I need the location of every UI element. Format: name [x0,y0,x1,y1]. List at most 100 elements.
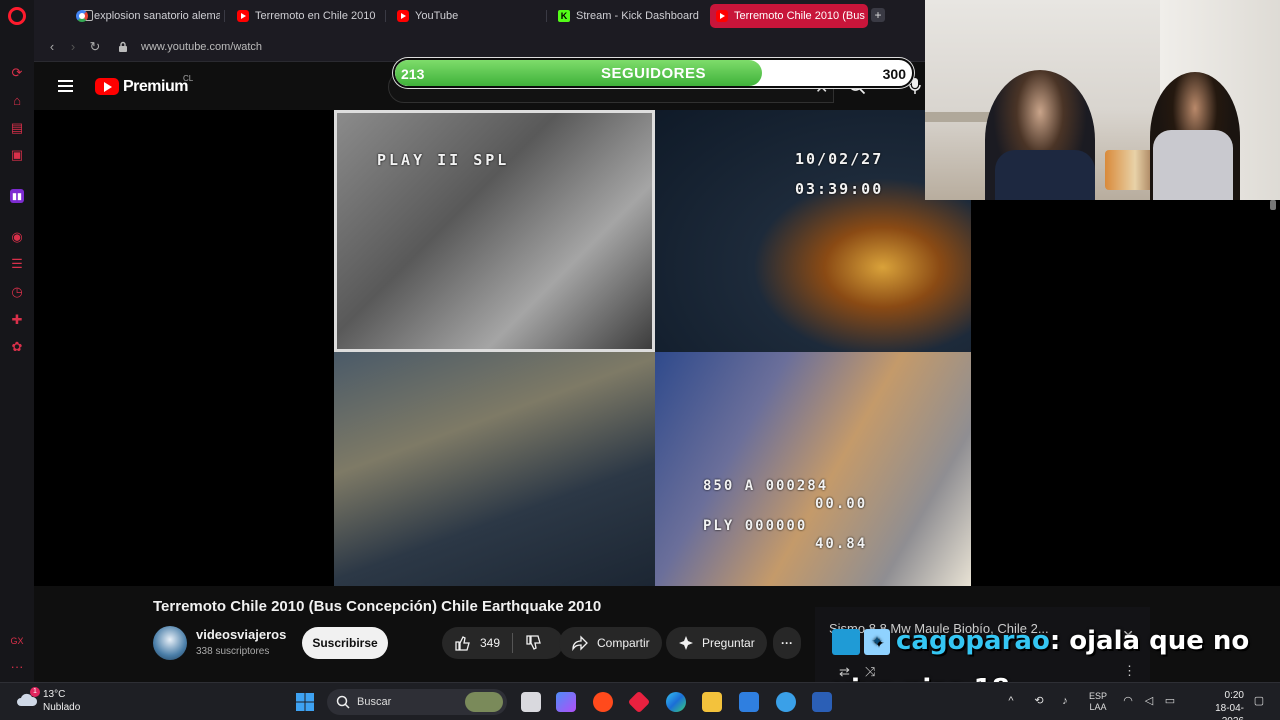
kebab-menu-icon[interactable]: ⋮ [1123,663,1136,679]
new-tab-button[interactable]: + [871,8,885,22]
search-highlight-icon [465,692,503,712]
microphone-tray-icon[interactable]: ♪ [1058,694,1072,708]
sync-icon[interactable]: ⟲ [1032,694,1046,708]
chat-message-text-1: : ojala que no [1049,626,1250,656]
weather-temperature[interactable]: 13°C [43,689,65,700]
notification-badge: 1 [30,687,40,697]
country-code: CL [183,74,194,83]
windows-taskbar: 1 13°C Nublado Buscar ^ ⟲ ♪ ESP LAA ◠ ◁ … [0,682,1280,720]
windows-start-icon[interactable] [295,692,315,712]
url-field[interactable]: www.youtube.com/watch [141,41,262,53]
tab-youtube-terremoto[interactable]: Terremoto en Chile 2010 [231,4,381,28]
store-icon[interactable] [739,692,759,712]
webcam-overlay [925,0,1280,200]
back-button[interactable]: ‹ [44,39,60,55]
youtube-logo-icon[interactable] [95,78,119,95]
goal-target-count: 300 [882,66,906,82]
taskbar-search-input[interactable]: Buscar [327,689,507,715]
forward-button[interactable]: › [65,39,81,55]
subscriber-badge-icon: ✦ [864,628,890,655]
ask-label: Preguntar [702,636,755,650]
outlook-icon[interactable] [812,692,832,712]
speed-dial-icon[interactable]: ⟳ [10,66,24,80]
osd-line-4: 40.84 [815,536,868,552]
screen: ⟳ ⌂ ▤ ▣ ▮▮ ◉ ☰ ◷ ✚ ✿ GX ··· explosion sa… [0,0,1280,720]
osd-time: 03:39:00 [795,180,884,198]
tab-label: Stream - Kick Dashboard [576,10,699,22]
subscribe-button[interactable]: Suscribirse [302,627,388,659]
opera-logo-icon[interactable] [8,7,26,25]
osd-play-label: PLAY II SPL [377,151,510,169]
kick-icon: K [558,10,570,22]
file-explorer-icon[interactable] [702,692,722,712]
task-view-icon[interactable] [521,692,541,712]
tab-label: explosion sanatorio alema [94,10,220,22]
camera-view-driver: PLAY II SPL [334,110,655,352]
thumbs-down-icon[interactable] [525,634,543,652]
language-code: ESP [1088,691,1107,701]
goal-label: SEGUIDORES [600,65,707,82]
shopping-bag-icon[interactable]: ⌂ [10,94,24,108]
tab-youtube-active[interactable]: Terremoto Chile 2010 (Bus [710,4,868,28]
extensions-icon[interactable]: ✚ [10,313,24,327]
volume-icon[interactable]: ◁ [1142,694,1156,708]
more-actions-button[interactable]: ··· [773,627,801,659]
tab-strip: explosion sanatorio alema Terremoto en C… [34,0,925,32]
app-diamond-icon[interactable] [627,690,651,714]
wifi-icon[interactable]: ◠ [1121,694,1135,708]
share-button[interactable]: Compartir [559,627,662,659]
osd-line-2: 00.00 [815,496,868,512]
twitch-icon[interactable]: ▮▮ [10,189,24,203]
share-icon [572,635,588,652]
osd-line-3: PLY 000000 [703,518,808,534]
taskbar-clock[interactable]: 0:20 18-04-2026 [1200,689,1244,720]
more-icon[interactable]: ··· [10,660,24,674]
osd-date: 10/02/27 [795,150,884,168]
news-icon[interactable]: ▤ [10,121,24,135]
subscriber-count: 338 suscriptores [196,646,270,657]
gx-icon[interactable]: GX [10,634,24,648]
camera-view-road: 10/02/27 03:39:00 [655,110,971,352]
like-count[interactable]: 349 [480,636,500,650]
clock-time: 0:20 [1224,690,1244,701]
chat-message: ✦ cagoparao: ojala que no [832,626,1249,656]
tab-youtube-home[interactable]: YouTube [391,4,541,28]
tab-google-search[interactable]: explosion sanatorio alema [70,4,220,28]
tabs-icon[interactable]: ☰ [10,257,24,271]
weather-description[interactable]: Nublado [43,702,80,713]
messenger-icon[interactable]: ▣ [10,148,24,162]
like-dislike-group: 349 [442,627,564,659]
sparkle-icon [679,636,693,650]
opera-gx-icon[interactable] [593,692,613,712]
camera-view-passengers: 850 A 000284 00.00 PLY 000000 40.84 [655,352,971,586]
reload-button[interactable]: ↻ [87,39,103,55]
copilot-icon[interactable] [556,692,576,712]
scrollbar[interactable] [1270,200,1276,210]
battery-icon[interactable]: ▭ [1163,694,1177,708]
opera-sidebar: ⟳ ⌂ ▤ ▣ ▮▮ ◉ ☰ ◷ ✚ ✿ GX ··· [0,0,34,682]
history-icon[interactable]: ◷ [10,285,24,299]
notifications-icon[interactable]: ▢ [1252,694,1266,708]
settings-icon[interactable]: ✿ [10,340,24,354]
search-icon [336,695,350,709]
thumbs-up-icon[interactable] [454,634,472,652]
player-icon[interactable]: ◉ [10,230,24,244]
app-globe-icon[interactable] [776,692,796,712]
avatar[interactable] [153,626,187,660]
follower-goal-bar: 213 SEGUIDORES 300 [393,58,914,88]
chat-username: cagoparao [896,626,1050,656]
chevron-up-icon[interactable]: ^ [1004,694,1018,708]
input-language[interactable]: ESP LAA [1084,691,1112,713]
keyboard-layout: LAA [1089,702,1107,712]
youtube-premium-logo[interactable]: Premium [123,78,188,96]
osd-line-1: 850 A 000284 [703,478,829,494]
channel-name[interactable]: videosviajeros [196,627,286,642]
menu-icon[interactable] [58,80,73,92]
tab-kick-dashboard[interactable]: K Stream - Kick Dashboard [552,4,702,28]
chat-badge-icon [832,628,860,655]
ask-button[interactable]: Preguntar [666,627,767,659]
clock-date: 18-04-2026 [1215,703,1244,720]
youtube-icon [237,10,249,22]
edge-icon[interactable] [666,692,686,712]
taskbar-search-label: Buscar [357,696,392,708]
